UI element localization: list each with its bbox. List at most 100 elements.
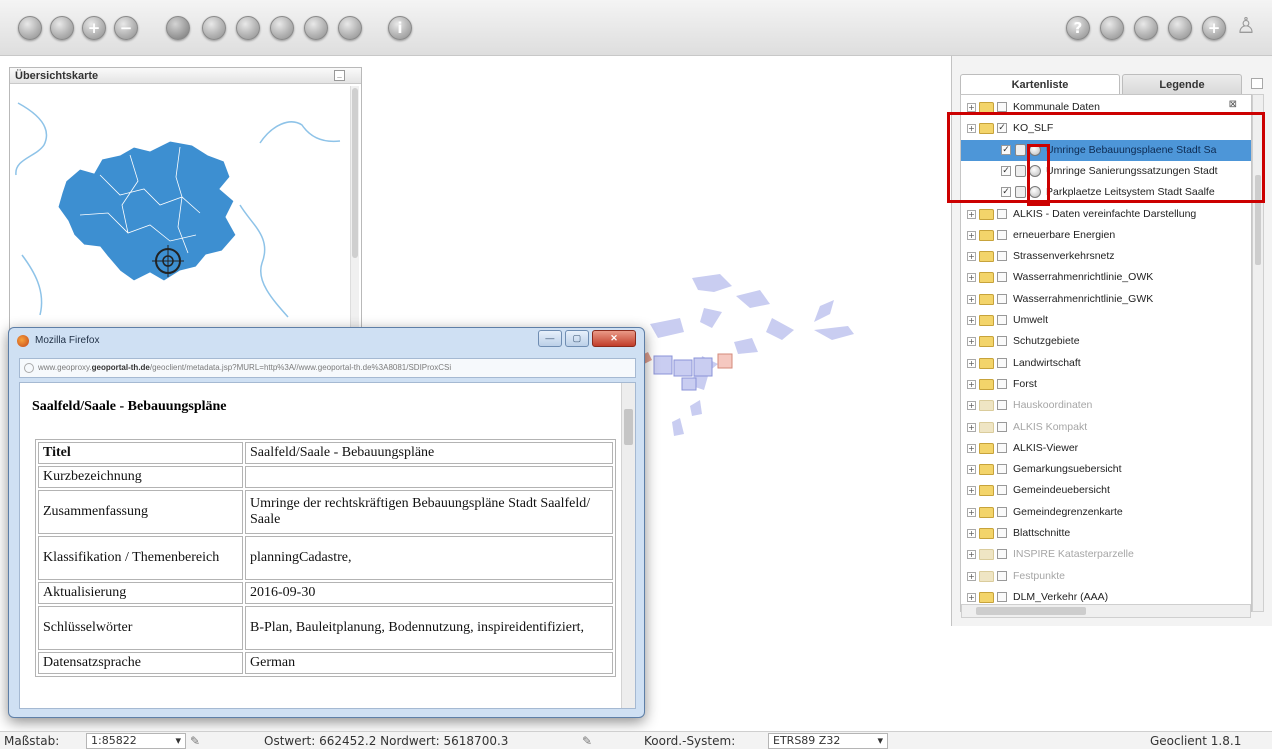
select-icon[interactable] xyxy=(304,16,328,40)
layer-group-item[interactable]: + Forst xyxy=(961,374,1251,395)
expand-icon[interactable]: + xyxy=(967,486,976,496)
expand-icon[interactable]: + xyxy=(967,443,976,453)
layer-label: Schutzgebiete xyxy=(1013,335,1080,348)
layer-group-item[interactable]: + Blattschnitte xyxy=(961,523,1251,544)
expand-icon[interactable]: + xyxy=(967,294,976,304)
scrollbar-thumb[interactable] xyxy=(352,88,358,258)
layer-checkbox[interactable] xyxy=(997,421,1007,432)
minimize-button[interactable]: — xyxy=(537,330,562,347)
layer-checkbox[interactable] xyxy=(997,251,1007,262)
layer-group-item[interactable]: + Wasserrahmenrichtlinie_GWK xyxy=(961,289,1251,310)
zoom-out-icon[interactable]: − xyxy=(114,16,138,40)
site-info-icon[interactable] xyxy=(24,363,34,373)
scrollbar-thumb[interactable] xyxy=(624,409,633,445)
layer-checkbox[interactable] xyxy=(997,229,1007,240)
close-button[interactable]: ✕ xyxy=(592,330,636,347)
expand-icon[interactable]: + xyxy=(967,273,976,283)
edit-icon[interactable] xyxy=(338,16,362,40)
settings-icon[interactable] xyxy=(1134,16,1158,40)
zoom-extent-icon[interactable] xyxy=(50,16,74,40)
scale-select[interactable]: 1:85822 ▾ xyxy=(86,733,186,749)
expand-icon[interactable]: + xyxy=(967,401,976,411)
expand-icon[interactable]: + xyxy=(967,465,976,475)
layer-group-item[interactable]: + ALKIS-Viewer xyxy=(961,438,1251,459)
metadata-value: 2016-09-30 xyxy=(245,582,613,604)
layer-checkbox[interactable] xyxy=(997,570,1007,581)
scrollbar-thumb[interactable] xyxy=(976,607,1086,615)
layer-group-item[interactable]: + Gemeindeuebersicht xyxy=(961,480,1251,501)
zoom-in-icon[interactable]: + xyxy=(82,16,106,40)
layer-checkbox[interactable] xyxy=(997,102,1007,112)
layer-group-item[interactable]: + erneuerbare Energien xyxy=(961,225,1251,246)
coord-edit-icon[interactable]: ✎ xyxy=(582,734,592,748)
expand-icon[interactable]: + xyxy=(967,592,976,602)
overview-map[interactable] xyxy=(10,85,350,335)
crs-select[interactable]: ETRS89 Z32 ▾ xyxy=(768,733,888,749)
maximize-button[interactable]: ▢ xyxy=(564,330,589,347)
collapse-icon[interactable]: _ xyxy=(334,70,345,81)
layer-group-item[interactable]: + Wasserrahmenrichtlinie_OWK xyxy=(961,267,1251,288)
folder-icon xyxy=(979,549,994,561)
layer-group-item[interactable]: + Gemarkungsuebersicht xyxy=(961,459,1251,480)
layer-group-item[interactable]: + ALKIS - Daten vereinfachte Darstellung xyxy=(961,204,1251,225)
save-icon[interactable] xyxy=(1168,16,1192,40)
pan-icon[interactable] xyxy=(166,16,190,40)
expand-icon[interactable]: + xyxy=(967,379,976,389)
user-icon[interactable]: ♙ xyxy=(1234,16,1258,40)
expand-icon[interactable]: + xyxy=(967,529,976,538)
layer-group-item[interactable]: + Strassenverkehrsnetz xyxy=(961,246,1251,267)
expand-icon[interactable]: + xyxy=(967,337,976,347)
popup-scrollbar[interactable] xyxy=(621,383,635,708)
layer-checkbox[interactable] xyxy=(997,464,1007,475)
layer-checkbox[interactable] xyxy=(997,485,1007,496)
forward-icon[interactable] xyxy=(236,16,260,40)
layer-checkbox[interactable] xyxy=(997,506,1007,517)
layer-checkbox[interactable] xyxy=(997,378,1007,389)
layer-checkbox[interactable] xyxy=(997,336,1007,347)
back-icon[interactable] xyxy=(202,16,226,40)
layer-checkbox[interactable] xyxy=(997,315,1007,325)
expand-icon[interactable]: + xyxy=(967,209,976,219)
layer-checkbox[interactable] xyxy=(997,293,1007,304)
tab-kartenliste[interactable]: Kartenliste xyxy=(960,74,1120,94)
expand-icon[interactable]: + xyxy=(967,358,976,368)
layer-group-item[interactable]: + Hauskoordinaten xyxy=(961,395,1251,416)
layer-group-item[interactable]: + Schutzgebiete xyxy=(961,331,1251,352)
expand-icon[interactable]: + xyxy=(967,507,976,517)
expand-icon[interactable]: + xyxy=(967,103,976,112)
info-icon[interactable]: i xyxy=(388,16,412,40)
scale-edit-icon[interactable]: ✎ xyxy=(190,734,200,748)
layer-checkbox[interactable] xyxy=(997,272,1007,283)
measure-icon[interactable] xyxy=(270,16,294,40)
expand-icon[interactable]: + xyxy=(967,230,976,240)
layer-checkbox[interactable] xyxy=(997,357,1007,368)
overview-scrollbar[interactable] xyxy=(350,86,359,332)
table-row: Kurzbezeichnung xyxy=(38,466,613,488)
river-line xyxy=(21,254,43,316)
layer-checkbox[interactable] xyxy=(997,442,1007,453)
layer-group-item[interactable]: + Gemeindegrenzenkarte xyxy=(961,502,1251,523)
expand-icon[interactable]: + xyxy=(967,252,976,262)
layer-checkbox[interactable] xyxy=(997,549,1007,560)
layer-tree-hscrollbar[interactable] xyxy=(961,604,1251,618)
print-icon[interactable] xyxy=(1100,16,1124,40)
help-icon[interactable]: ? xyxy=(1066,16,1090,40)
expand-icon[interactable]: + xyxy=(967,316,976,325)
layer-group-item[interactable]: + Festpunkte xyxy=(961,566,1251,587)
layer-checkbox[interactable] xyxy=(997,591,1007,602)
layer-group-item[interactable]: + Umwelt xyxy=(961,310,1251,331)
expand-icon[interactable]: + xyxy=(967,550,976,560)
layer-group-item[interactable]: + ALKIS Kompakt xyxy=(961,417,1251,438)
layer-checkbox[interactable] xyxy=(997,400,1007,411)
layer-group-item[interactable]: + INSPIRE Katasterparzelle xyxy=(961,544,1251,565)
add-icon[interactable]: + xyxy=(1202,16,1226,40)
layer-checkbox[interactable] xyxy=(997,208,1007,219)
layer-checkbox[interactable] xyxy=(997,528,1007,538)
panel-collapse-icon[interactable] xyxy=(1251,78,1263,89)
tab-legende[interactable]: Legende xyxy=(1122,74,1242,94)
url-bar[interactable]: www.geoproxy.geoportal-th.de/geoclient/m… xyxy=(19,358,636,378)
zoom-in-box-icon[interactable] xyxy=(18,16,42,40)
expand-icon[interactable]: + xyxy=(967,422,976,432)
expand-icon[interactable]: + xyxy=(967,571,976,581)
layer-group-item[interactable]: + Landwirtschaft xyxy=(961,353,1251,374)
